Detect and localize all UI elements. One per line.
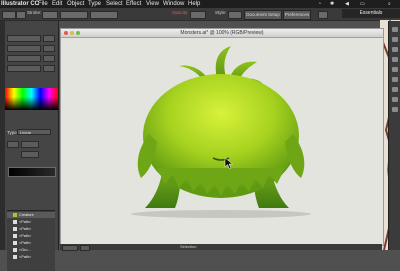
layer-thumbnail	[13, 234, 17, 238]
right-panel-strip	[388, 21, 400, 250]
volume-icon: ◀	[345, 1, 349, 7]
variable-width-profile[interactable]	[60, 11, 88, 19]
opacity-label[interactable]: Opacity:	[172, 10, 189, 15]
graphic-style-swatch[interactable]	[228, 11, 242, 19]
menu-item-type[interactable]: Type	[88, 0, 101, 8]
monster-illustration[interactable]	[131, 46, 311, 218]
color-panel-icon[interactable]	[392, 27, 398, 32]
panel-field[interactable]	[7, 45, 41, 52]
document-setup-button[interactable]: Document Setup	[244, 10, 282, 20]
layer-row[interactable]: <Path>	[7, 240, 55, 246]
stroke-label: Stroke:	[27, 10, 42, 15]
panel-field[interactable]	[43, 45, 55, 52]
brush-definition[interactable]	[90, 11, 118, 19]
ground-shadow	[131, 210, 311, 218]
appearance-panel-icon[interactable]	[392, 97, 398, 102]
fill-swatch[interactable]	[2, 11, 16, 19]
layers-panel: Creature <Path> <Path> <Path> <Path> <Gr…	[7, 210, 55, 271]
panel-field[interactable]	[7, 35, 41, 42]
menu-item-file[interactable]: File	[38, 0, 48, 8]
left-panel-dock: Type Linear Creature <Path> <Path> <Path…	[5, 21, 59, 271]
layer-thumbnail	[13, 213, 17, 217]
menu-item-window[interactable]: Window	[163, 0, 184, 8]
artboard-nav[interactable]	[80, 245, 90, 251]
document-titlebar: Monsters.ai* @ 100% (RGB/Preview)	[61, 29, 383, 38]
gradient-panel-icon[interactable]	[392, 77, 398, 82]
menu-item-help[interactable]: Help	[188, 0, 200, 8]
search-icon[interactable]: ⌕	[388, 0, 391, 8]
artboard[interactable]	[61, 38, 383, 245]
document-title: Monsters.ai* @ 100% (RGB/Preview)	[180, 30, 264, 36]
gradient-aspect-field[interactable]	[21, 151, 39, 158]
zoom-field[interactable]	[62, 245, 78, 251]
panel-field[interactable]	[43, 55, 55, 62]
panel-field[interactable]	[43, 35, 55, 42]
brushes-panel-icon[interactable]	[392, 47, 398, 52]
layer-thumbnail	[13, 248, 17, 252]
opacity-field[interactable]	[190, 11, 206, 19]
stroke-panel-icon[interactable]	[392, 67, 398, 72]
stroke-swatch[interactable]	[16, 11, 26, 19]
control-bar: Stroke: Opacity: Style: Document Setup P…	[0, 8, 400, 21]
gradient-swatch[interactable]	[7, 141, 19, 148]
symbols-panel-icon[interactable]	[392, 57, 398, 62]
menu-item-object[interactable]: Object	[67, 0, 84, 8]
gradient-type-select[interactable]: Linear	[17, 129, 51, 135]
layer-row[interactable]: <Path>	[7, 233, 55, 239]
layer-row[interactable]: <Gro...	[7, 247, 55, 253]
align-icon[interactable]	[318, 11, 328, 19]
menu-item-select[interactable]: Select	[106, 0, 123, 8]
panel-field[interactable]	[7, 65, 41, 72]
layer-row[interactable]: Creature	[7, 212, 55, 218]
left-arm	[137, 134, 157, 178]
menu-item-edit[interactable]: Edit	[52, 0, 62, 8]
menu-item-effect[interactable]: Effect	[126, 0, 141, 8]
document-window: Monsters.ai* @ 100% (RGB/Preview)	[60, 28, 384, 246]
bluetooth-icon: ✱	[330, 1, 335, 7]
layer-row[interactable]: <Path>	[7, 219, 55, 225]
panel-field[interactable]	[7, 55, 41, 62]
menu-bar: Illustrator CC File Edit Object Type Sel…	[0, 0, 400, 8]
stroke-weight-field[interactable]	[42, 11, 58, 19]
layers-panel-icon[interactable]	[392, 107, 398, 112]
right-arm	[285, 134, 305, 178]
gradient-slider[interactable]	[8, 167, 56, 177]
style-label: Style:	[215, 10, 227, 15]
menu-item-view[interactable]: View	[146, 0, 159, 8]
layer-thumbnail	[13, 241, 17, 245]
gradient-angle-field[interactable]	[21, 141, 39, 148]
wifi-icon: ◔	[318, 1, 322, 7]
layer-row[interactable]: <Path>	[7, 226, 55, 232]
current-tool-label: Selection	[180, 244, 197, 249]
battery-icon: ▭	[360, 1, 365, 7]
gradient-type-label: Type	[7, 130, 17, 135]
preferences-button[interactable]: Preferences	[283, 10, 311, 20]
swatches-panel-icon[interactable]	[392, 37, 398, 42]
layer-thumbnail	[13, 220, 17, 224]
workspace-switcher[interactable]: Essentials	[342, 9, 400, 18]
panel-field[interactable]	[43, 65, 55, 72]
layer-row[interactable]: <Path>	[7, 254, 55, 260]
color-spectrum[interactable]	[5, 88, 58, 110]
transparency-panel-icon[interactable]	[392, 87, 398, 92]
status-bar: Selection	[60, 244, 382, 251]
layer-thumbnail	[13, 227, 17, 231]
app-name: Illustrator CC	[1, 1, 40, 7]
layer-thumbnail	[13, 255, 17, 259]
